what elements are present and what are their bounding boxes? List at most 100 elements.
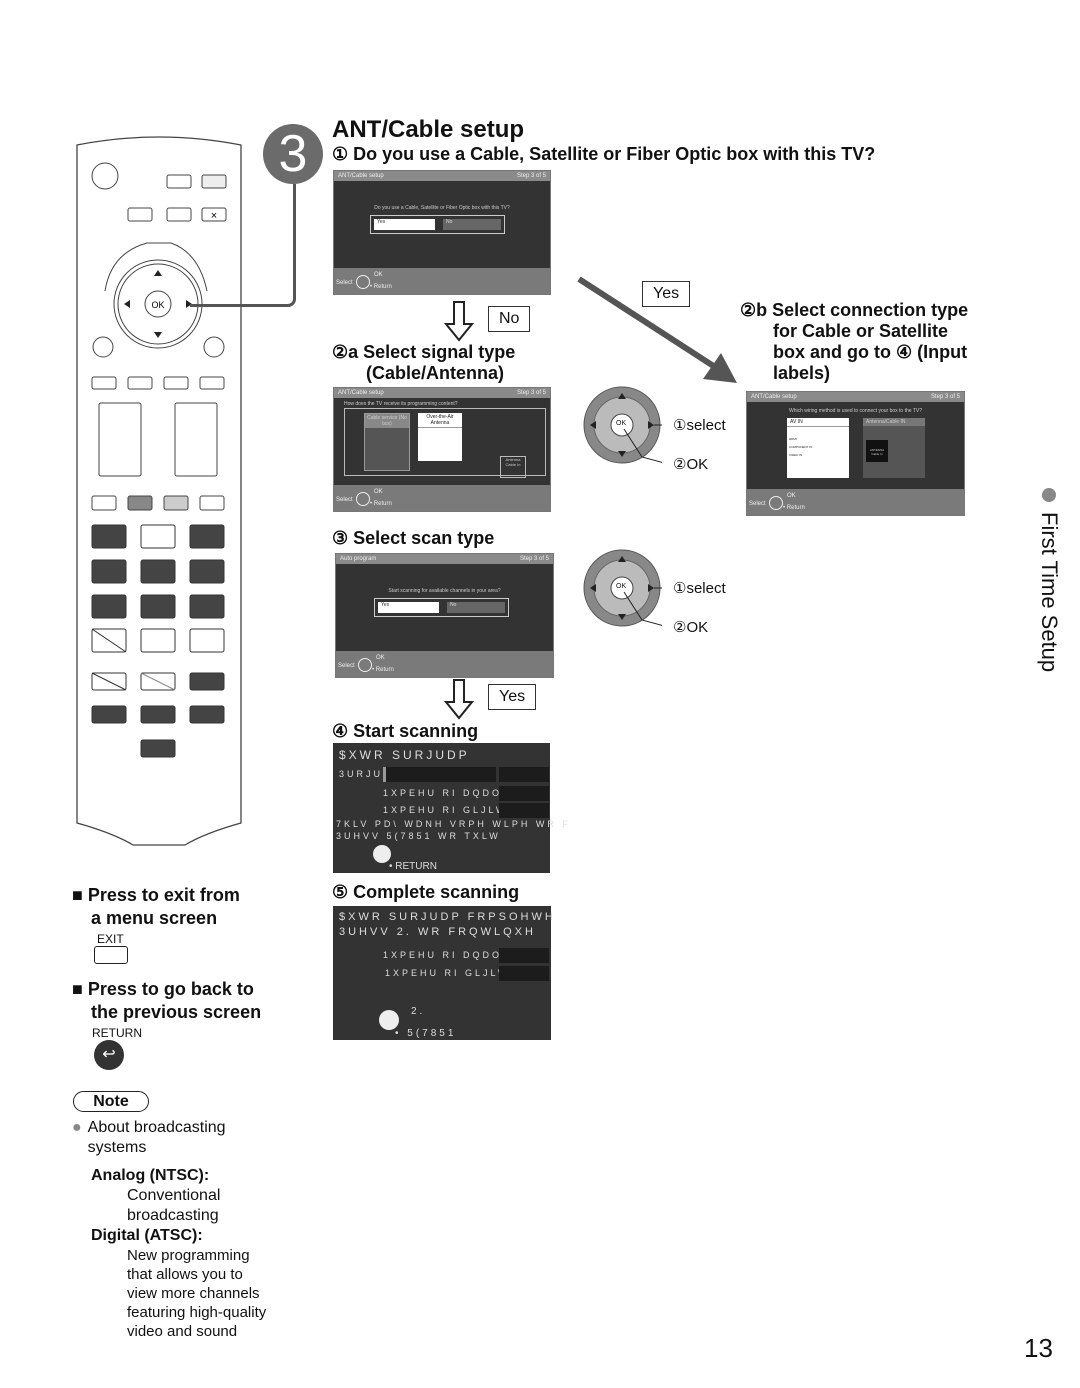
footer-return-label: • Return xyxy=(372,667,394,673)
step-4-heading: ④ Start scanning xyxy=(332,721,479,741)
analog-count-label: 1XPEHU RI DQDOR xyxy=(383,950,512,960)
return-hint: • RETURN xyxy=(389,861,437,872)
return-key-label: RETURN xyxy=(92,1026,142,1040)
yes-option[interactable]: Yes xyxy=(374,219,435,230)
step-number-badge: 3 xyxy=(263,124,323,184)
screen-header-title: ANT/Cable setup xyxy=(751,394,797,400)
yes-option[interactable]: Yes xyxy=(378,602,439,613)
step-3-heading: ③ Select scan type xyxy=(332,528,495,548)
digital-title: Digital (ATSC): xyxy=(91,1227,203,1244)
footer-return-label: • Return xyxy=(783,505,805,511)
ok-key-label: OK xyxy=(616,420,627,427)
tv-screen-connection-type: ANT/Cable setup Step 3 of 5 Which wiring … xyxy=(746,391,965,516)
return-button-icon: ↩ xyxy=(94,1040,124,1070)
screen-step-indicator: Step 3 of 5 xyxy=(516,390,546,396)
screen-question: How does the TV receive its programming … xyxy=(344,401,458,407)
return-hint: • 5(7851 xyxy=(395,1028,457,1039)
select-label: ①select xyxy=(673,580,726,597)
screen-footer: Select OK • Return xyxy=(747,489,964,515)
antenna-cable-in-option[interactable]: Antenna/Cable IN ANTENNA Cable In xyxy=(863,418,925,478)
tv-screen-auto-program: Auto program Step 3 of 5 Start scanning f… xyxy=(335,553,554,678)
exit-instructions: ■ Press to exit from a menu screen EXIT xyxy=(72,884,292,964)
no-option[interactable]: No xyxy=(443,219,501,230)
page-number: 13 xyxy=(1024,1333,1053,1363)
step-title: ANT/Cable setup xyxy=(332,116,525,143)
select-label: ①select xyxy=(673,417,726,434)
dpad-small-icon xyxy=(379,1010,399,1030)
tv-screen-start-scanning: $XWR SURJUDP 3URJU 1XPEHU RI DQDOR 1XPEH… xyxy=(333,743,568,873)
down-arrow-icon xyxy=(444,301,474,342)
wait-message: 7KLV PD\ WDNH VRPH WLPH WR F xyxy=(336,819,571,829)
footer-ok-label: OK xyxy=(374,489,383,495)
screen-header-title: Auto program xyxy=(340,556,377,562)
screen-step-indicator: Step 3 of 5 xyxy=(519,556,549,562)
analog-description: Conventional broadcasting xyxy=(127,1187,221,1224)
power-button-icon xyxy=(91,162,119,190)
screen-question: Which wiring method is used to connect y… xyxy=(788,408,923,414)
yes-no-selector[interactable]: Yes No xyxy=(374,598,509,617)
exit-key-label: EXIT xyxy=(97,932,124,946)
footer-return-label: • Return xyxy=(370,501,392,507)
note-label: Note xyxy=(73,1091,149,1112)
ok-key-label: OK xyxy=(616,583,627,590)
progress-label: 3URJU xyxy=(339,769,384,779)
footer-ok-label: OK xyxy=(787,493,796,499)
screen-footer: Select OK • Return xyxy=(334,268,550,294)
ok-label: ②OK xyxy=(673,456,709,473)
square-bullet-icon: ■ xyxy=(72,885,88,905)
footer-select-label: Select xyxy=(336,497,353,503)
no-option[interactable]: No xyxy=(447,602,505,613)
progress-bar xyxy=(383,767,496,782)
continue-message: 3UHVV 2. WR FRQWLQXH xyxy=(339,926,536,938)
ok-hint: 2. xyxy=(411,1006,426,1017)
connector-line xyxy=(190,184,296,307)
answer-yes-label: Yes xyxy=(488,684,537,710)
screen-footer: Select OK • Return xyxy=(336,651,553,677)
dial-icon xyxy=(356,275,370,289)
digital-description: New programming that allows you to view … xyxy=(127,1247,267,1340)
answer-yes-label: Yes xyxy=(642,281,691,307)
footer-select-label: Select xyxy=(336,280,353,286)
step-2a-heading: ②a Select signal type (Cable/Antenna) xyxy=(332,342,516,383)
screen-question: Do you use a Cable, Satellite or Fiber O… xyxy=(374,205,510,211)
return-instructions: ■ Press to go back to the previous scree… xyxy=(72,978,292,1070)
tv-screen-signal-type: ANT/Cable setup Step 3 of 5 How does the … xyxy=(333,387,551,512)
antenna-option[interactable]: Over-the-Air Antenna xyxy=(418,413,462,461)
bullet-icon xyxy=(1042,488,1056,502)
bullet-icon: ● xyxy=(72,1119,82,1136)
analog-count-label: 1XPEHU RI DQDOR xyxy=(383,788,512,798)
analog-title: Analog (NTSC): xyxy=(91,1167,210,1184)
antenna-jack-label: Antenna Cable In xyxy=(500,456,526,478)
svg-text:OK: OK xyxy=(151,300,164,310)
digital-count-label: 1XPEHU RI GLJLWD xyxy=(383,805,517,815)
step-5-heading: ⑤ Complete scanning xyxy=(332,882,520,902)
yes-no-selector[interactable]: Yes No xyxy=(370,215,505,234)
square-bullet-icon: ■ xyxy=(72,979,88,999)
dial-icon xyxy=(358,658,372,672)
cable-service-option[interactable]: Cable service (No box) xyxy=(364,413,410,471)
tv-screen-ant-cable-question: ANT/Cable setup Step 3 of 5 Do you use a … xyxy=(333,170,551,295)
screen-header-title: ANT/Cable setup xyxy=(338,390,384,396)
footer-ok-label: OK xyxy=(376,655,385,661)
av-in-option[interactable]: AV IN HDMI COMPONENT IN VIDEO IN xyxy=(787,418,849,478)
dial-icon xyxy=(356,492,370,506)
section-tab: First Time Setup xyxy=(1022,488,1072,688)
footer-select-label: Select xyxy=(749,501,766,507)
screen-header-title: ANT/Cable setup xyxy=(338,173,384,179)
footer-ok-label: OK xyxy=(374,272,383,278)
exit-button-icon xyxy=(94,946,128,964)
answer-no-label: No xyxy=(488,306,531,332)
step-question: ① Do you use a Cable, Satellite or Fiber… xyxy=(332,144,876,164)
section-label: First Time Setup xyxy=(1037,512,1062,673)
screen-step-indicator: Step 3 of 5 xyxy=(516,173,546,179)
step-2b-heading: ②b Select connection type for Cable or S… xyxy=(740,300,969,383)
dpad-hint-1: OK ①select ②OK xyxy=(582,385,742,475)
dial-icon xyxy=(769,496,783,510)
scan-complete-title: $XWR SURJUDP FRPSOHWH xyxy=(339,911,556,923)
quit-message: 3UHVV 5(7851 WR TXLW xyxy=(336,831,501,841)
note-content: ● About broadcasting systems Analog (NTSC… xyxy=(72,1118,272,1341)
ok-label: ②OK xyxy=(673,619,709,636)
scan-title: $XWR SURJUDP xyxy=(339,748,470,762)
dpad-hint-2: OK ①select ②OK xyxy=(582,548,742,638)
screen-step-indicator: Step 3 of 5 xyxy=(930,394,960,400)
